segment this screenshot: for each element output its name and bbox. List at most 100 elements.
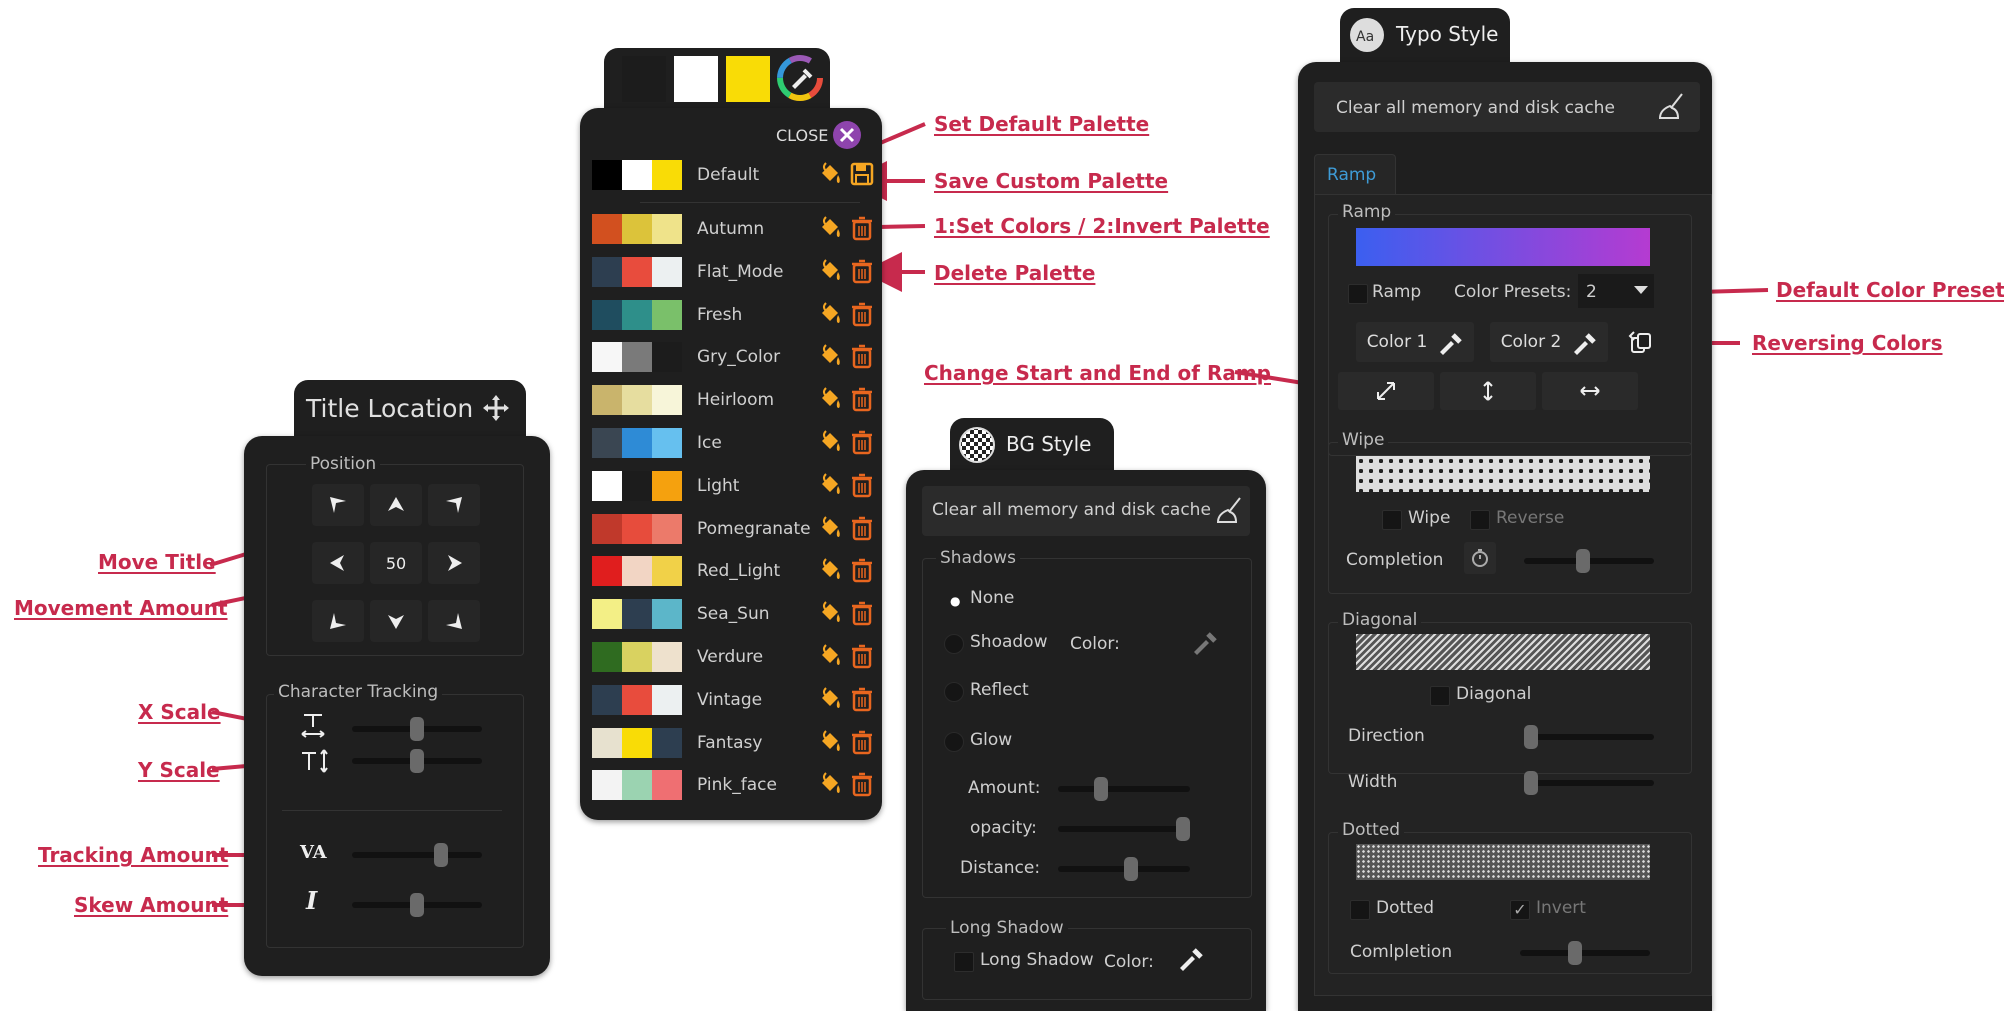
ramp-diagonal-direction-button[interactable]	[1338, 372, 1434, 410]
move-up-right-button[interactable]	[428, 484, 480, 526]
y-scale-knob[interactable]	[410, 749, 424, 773]
palette-row[interactable]: Pink_face	[592, 768, 872, 802]
trash-icon[interactable]	[850, 429, 874, 455]
width-slider[interactable]	[1524, 771, 1654, 795]
y-scale-slider[interactable]	[352, 749, 482, 773]
reverse-colors-icon[interactable]	[1628, 330, 1654, 356]
palette-row[interactable]: Sea_Sun	[592, 597, 872, 631]
completion-slider[interactable]	[1524, 549, 1654, 573]
opacity-knob[interactable]	[1176, 817, 1190, 841]
color2-button[interactable]: Color 2	[1490, 322, 1608, 362]
shoadow-radio[interactable]	[944, 634, 964, 654]
palette-row[interactable]: Verdure	[592, 640, 872, 674]
paint-bucket-icon[interactable]	[818, 258, 844, 284]
paint-bucket-icon[interactable]	[818, 771, 844, 797]
none-radio-selected[interactable]: ●	[950, 594, 960, 608]
long-shadow-eyedropper-icon[interactable]	[1176, 942, 1206, 972]
palette-row[interactable]: Pomegranate	[592, 512, 872, 546]
glow-radio[interactable]	[944, 732, 964, 752]
trash-icon[interactable]	[850, 686, 874, 712]
paint-bucket-icon[interactable]	[818, 686, 844, 712]
palette-row[interactable]: Flat_Mode	[592, 255, 872, 289]
palette-row[interactable]: Light	[592, 469, 872, 503]
paint-bucket-icon[interactable]	[818, 515, 844, 541]
trash-icon[interactable]	[850, 643, 874, 669]
palette-row[interactable]: Heirloom	[592, 383, 872, 417]
palette-row[interactable]: Default	[592, 158, 874, 192]
movement-amount-input[interactable]: 50	[370, 542, 422, 584]
move-down-left-button[interactable]	[312, 600, 364, 642]
paint-bucket-icon[interactable]	[818, 600, 844, 626]
shadow-eyedropper-icon[interactable]	[1190, 626, 1220, 656]
paint-bucket-icon[interactable]	[818, 215, 844, 241]
trash-icon[interactable]	[850, 771, 874, 797]
paint-bucket-icon[interactable]	[818, 161, 844, 187]
opacity-slider[interactable]	[1058, 817, 1190, 841]
paint-bucket-icon[interactable]	[818, 301, 844, 327]
title-location-tab[interactable]: Title Location	[294, 380, 526, 436]
dotted-completion-knob[interactable]	[1568, 941, 1582, 965]
paint-bucket-icon[interactable]	[818, 429, 844, 455]
invert-checkbox-checked[interactable]: ✓	[1510, 900, 1530, 920]
palette-row[interactable]: Autumn	[592, 212, 872, 246]
move-right-button[interactable]	[428, 542, 480, 584]
tracking-amount-slider[interactable]	[352, 843, 482, 867]
wipe-checkbox[interactable]	[1382, 510, 1402, 530]
palette-row[interactable]: Vintage	[592, 683, 872, 717]
ramp-checkbox[interactable]	[1348, 284, 1368, 304]
palette-row[interactable]: Red_Light	[592, 554, 872, 588]
palette-row[interactable]: Gry_Color	[592, 340, 872, 374]
skew-amount-knob[interactable]	[410, 893, 424, 917]
typo-clear-cache-button[interactable]: Clear all memory and disk cache	[1314, 82, 1700, 132]
amount-slider[interactable]	[1058, 777, 1190, 801]
color1-button[interactable]: Color 1	[1356, 322, 1474, 362]
current-swatch-2[interactable]	[674, 56, 718, 102]
trash-icon[interactable]	[850, 729, 874, 755]
direction-knob[interactable]	[1524, 725, 1538, 749]
ramp-vertical-direction-button[interactable]	[1440, 372, 1536, 410]
trash-icon[interactable]	[850, 301, 874, 327]
long-shadow-checkbox[interactable]	[954, 952, 974, 972]
paint-bucket-icon[interactable]	[818, 643, 844, 669]
reflect-radio[interactable]	[944, 682, 964, 702]
reverse-checkbox[interactable]	[1470, 510, 1490, 530]
palette-row[interactable]: Fresh	[592, 298, 872, 332]
dotted-checkbox[interactable]	[1350, 900, 1370, 920]
move-arrows-icon[interactable]	[482, 394, 510, 422]
palette-row[interactable]: Fantasy	[592, 726, 872, 760]
close-icon[interactable]	[832, 120, 862, 150]
move-left-button[interactable]	[312, 542, 364, 584]
bg-style-tab[interactable]: BG Style	[950, 418, 1114, 470]
distance-knob[interactable]	[1124, 857, 1138, 881]
paint-bucket-icon[interactable]	[818, 386, 844, 412]
move-up-left-button[interactable]	[312, 484, 364, 526]
completion-timer-button[interactable]	[1464, 542, 1496, 574]
x-scale-knob[interactable]	[410, 717, 424, 741]
move-down-button[interactable]	[370, 600, 422, 642]
trash-icon[interactable]	[850, 215, 874, 241]
ramp-horizontal-direction-button[interactable]	[1542, 372, 1638, 410]
trash-icon[interactable]	[850, 515, 874, 541]
palette-row[interactable]: Ice	[592, 426, 872, 460]
trash-icon[interactable]	[850, 472, 874, 498]
dotted-completion-slider[interactable]	[1520, 941, 1650, 965]
tracking-amount-knob[interactable]	[434, 843, 448, 867]
x-scale-slider[interactable]	[352, 717, 482, 741]
clear-cache-button[interactable]: Clear all memory and disk cache	[922, 486, 1250, 536]
paint-bucket-icon[interactable]	[818, 729, 844, 755]
amount-knob[interactable]	[1094, 777, 1108, 801]
paint-bucket-icon[interactable]	[818, 557, 844, 583]
width-knob[interactable]	[1524, 771, 1538, 795]
trash-icon[interactable]	[850, 258, 874, 284]
direction-slider[interactable]	[1524, 725, 1654, 749]
trash-icon[interactable]	[850, 386, 874, 412]
move-up-button[interactable]	[370, 484, 422, 526]
completion-knob[interactable]	[1576, 549, 1590, 573]
color-wheel-picker-icon[interactable]	[776, 54, 824, 102]
trash-icon[interactable]	[850, 600, 874, 626]
paint-bucket-icon[interactable]	[818, 343, 844, 369]
diagonal-checkbox[interactable]	[1430, 686, 1450, 706]
paint-bucket-icon[interactable]	[818, 472, 844, 498]
current-swatch-3[interactable]	[726, 56, 770, 102]
typo-style-tab[interactable]: Aa Typo Style	[1340, 8, 1510, 62]
